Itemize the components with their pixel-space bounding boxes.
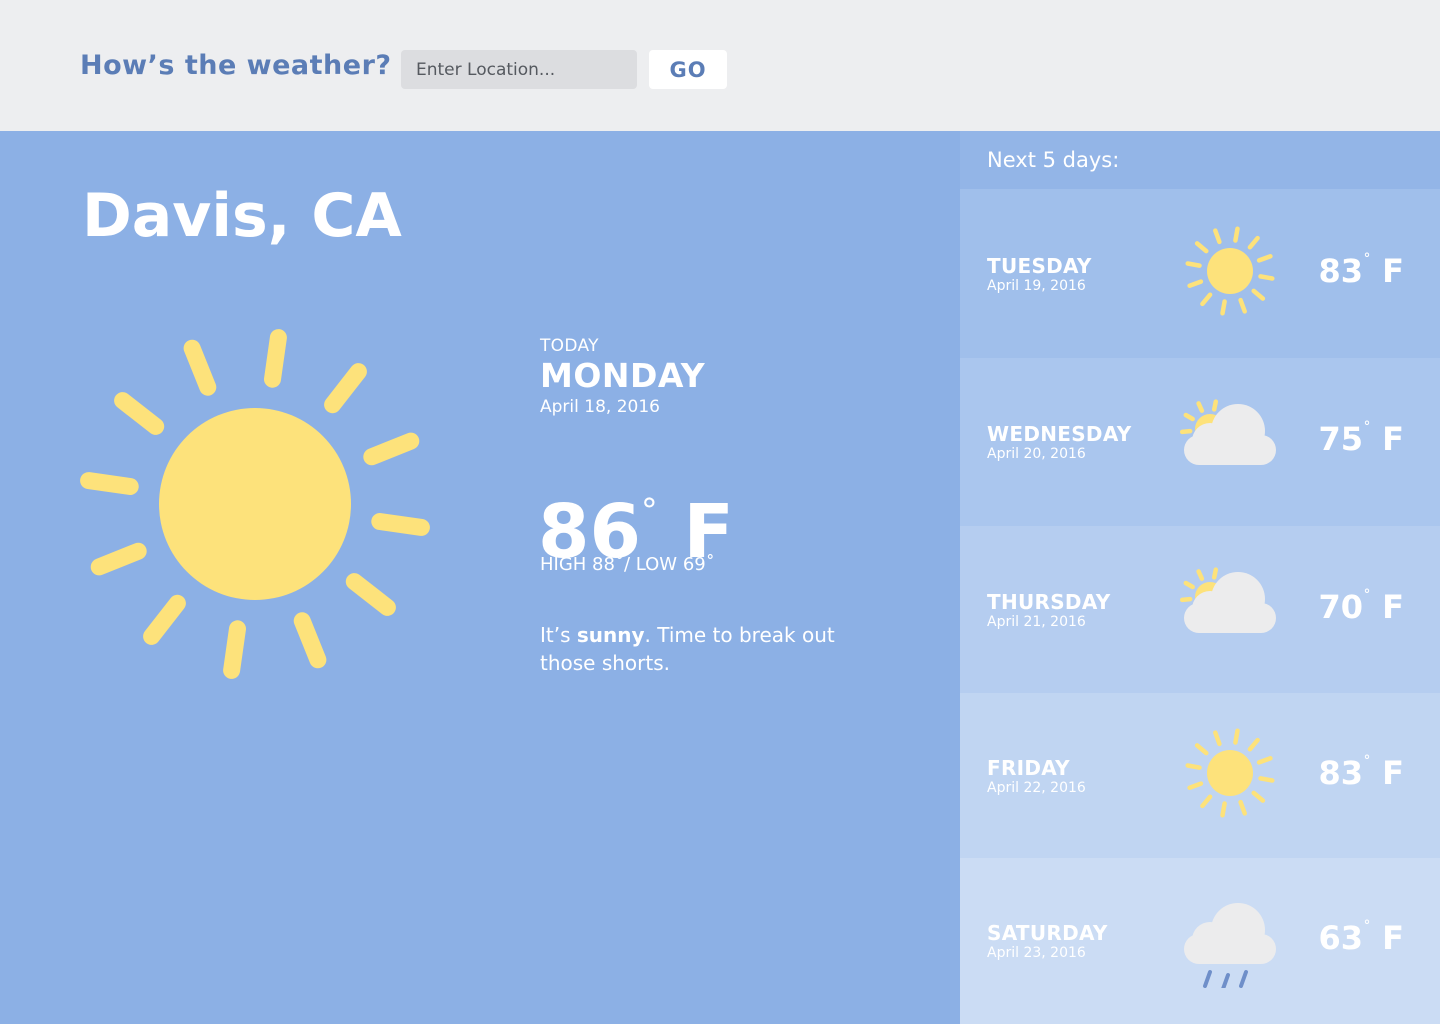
description-prefix: It’s xyxy=(540,623,577,647)
temperature-unit: F xyxy=(1382,252,1404,291)
forecast-day-name: THURSDAY xyxy=(987,590,1111,614)
forecast-row: SATURDAY April 23, 2016 63˚ F xyxy=(960,858,1440,1024)
temperature-unit: F xyxy=(1382,420,1404,459)
forecast-temperature: 63˚ F xyxy=(1318,919,1404,957)
forecast-temperature-value: 75 xyxy=(1318,420,1363,459)
sun-ray xyxy=(183,339,217,396)
sun-ray xyxy=(293,612,327,669)
forecast-day-date: April 23, 2016 xyxy=(987,945,1086,961)
app-title: How’s the weather? xyxy=(80,50,392,81)
forecast-row: THURSDAY April 21, 2016 70˚ F xyxy=(960,526,1440,693)
temperature-unit: F xyxy=(1382,588,1404,627)
forecast-temperature-value: 70 xyxy=(1318,588,1363,627)
weather-description: It’s sunny. Time to break out those shor… xyxy=(540,621,840,677)
today-info: TODAY MONDAY April 18, 2016 xyxy=(540,336,940,418)
header-bar: How’s the weather? GO xyxy=(0,0,1440,131)
sun-ray xyxy=(264,329,287,388)
degree-symbol: ° xyxy=(640,491,658,530)
forecast-day-date: April 22, 2016 xyxy=(987,780,1086,796)
forecast-sidebar: Next 5 days: TUESDAY April 19, 2016 83˚ FW… xyxy=(960,131,1440,1024)
sun-ray xyxy=(143,594,186,645)
forecast-temperature-value: 63 xyxy=(1318,919,1363,958)
forecast-temperature: 83˚ F xyxy=(1318,252,1404,290)
temperature-unit: F xyxy=(1382,919,1404,958)
degree-symbol: ˚ xyxy=(1363,919,1371,938)
location-search-input[interactable] xyxy=(401,50,637,89)
sun-ray xyxy=(363,432,420,466)
today-day-name: MONDAY xyxy=(540,356,706,395)
rain-cloud-icon xyxy=(1180,888,1280,991)
go-button[interactable]: GO xyxy=(649,50,727,89)
city-name: Davis, CA xyxy=(82,181,402,251)
sun-ray xyxy=(114,392,165,435)
forecast-temperature-value: 83 xyxy=(1318,754,1363,793)
forecast-row: FRIDAY April 22, 2016 83˚ F xyxy=(960,693,1440,858)
forecast-temperature-value: 83 xyxy=(1318,252,1363,291)
partly-cloudy-icon xyxy=(1179,389,1280,489)
forecast-day-date: April 21, 2016 xyxy=(987,614,1086,630)
sun-icon xyxy=(1180,221,1280,321)
forecast-temperature: 83˚ F xyxy=(1318,754,1404,792)
degree-symbol: ˚ xyxy=(1363,420,1371,439)
forecast-day-name: TUESDAY xyxy=(987,254,1092,278)
degree-symbol: ˚ xyxy=(1363,252,1371,271)
current-weather-panel: Davis, CA TODAY MONDAY April 18, 2016 86… xyxy=(0,131,960,1024)
sun-ray xyxy=(223,620,246,679)
forecast-heading: Next 5 days: xyxy=(987,148,1120,172)
forecast-day-date: April 19, 2016 xyxy=(987,278,1086,294)
high-low-temperature: HIGH 88˚/ LOW 69˚ xyxy=(540,554,715,575)
forecast-day-name: FRIDAY xyxy=(987,756,1070,780)
forecast-day-name: SATURDAY xyxy=(987,921,1108,945)
forecast-day-date: April 20, 2016 xyxy=(987,446,1086,462)
sun-icon xyxy=(80,329,430,679)
sun-ray xyxy=(324,363,367,414)
degree-symbol: ˚ xyxy=(1363,588,1371,607)
description-condition: sunny xyxy=(576,623,645,647)
forecast-temperature: 75˚ F xyxy=(1318,420,1404,458)
sun-ray xyxy=(80,472,139,495)
forecast-row: WEDNESDAY April 20, 2016 75˚ F xyxy=(960,358,1440,526)
sun-icon xyxy=(1180,723,1280,823)
degree-symbol: ˚ xyxy=(1363,754,1371,773)
forecast-day-name: WEDNESDAY xyxy=(987,422,1132,446)
sun-ray xyxy=(90,542,147,576)
partly-cloudy-icon xyxy=(1179,557,1280,657)
today-date: April 18, 2016 xyxy=(540,397,660,417)
forecast-temperature: 70˚ F xyxy=(1318,588,1404,626)
sun-ray xyxy=(345,573,396,616)
sun-ray xyxy=(371,513,430,536)
temperature-unit: F xyxy=(1382,754,1404,793)
today-label: TODAY xyxy=(540,336,599,356)
forecast-row: TUESDAY April 19, 2016 83˚ F xyxy=(960,189,1440,358)
